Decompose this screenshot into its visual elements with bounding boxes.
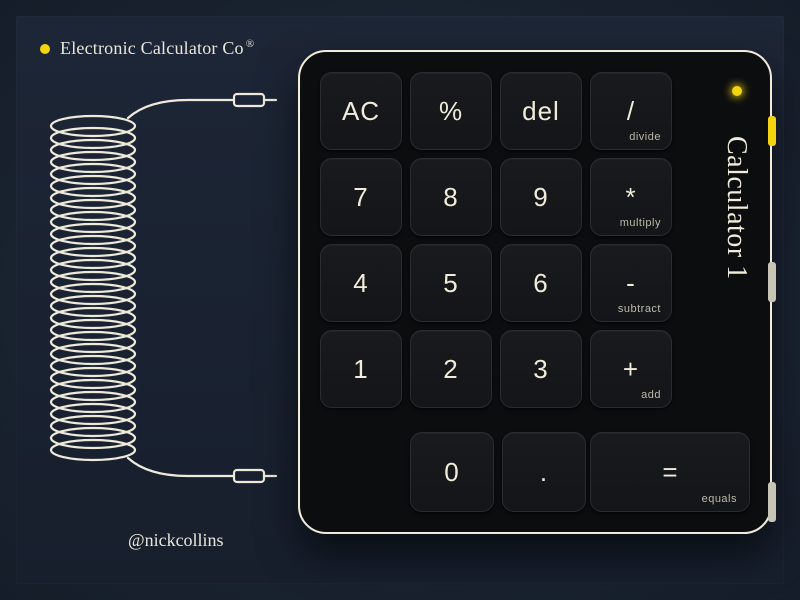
key-sublabel: equals bbox=[702, 493, 737, 505]
key-7[interactable]: 7 bbox=[320, 158, 402, 236]
key-0[interactable]: 0 bbox=[410, 432, 494, 512]
device-name-label: Calculator 1 bbox=[720, 136, 752, 280]
key-add[interactable]: +add bbox=[590, 330, 672, 408]
key-1[interactable]: 1 bbox=[320, 330, 402, 408]
key-sublabel: add bbox=[641, 389, 661, 401]
key-4[interactable]: 4 bbox=[320, 244, 402, 322]
side-button-top[interactable] bbox=[768, 116, 776, 146]
brand-dot-icon bbox=[40, 44, 50, 54]
key-8[interactable]: 8 bbox=[410, 158, 492, 236]
key-ac[interactable]: AC bbox=[320, 72, 402, 150]
key-label: 0 bbox=[444, 457, 459, 488]
key-label: 9 bbox=[533, 182, 548, 213]
key-label: % bbox=[439, 96, 463, 127]
credit-handle: @nickcollins bbox=[128, 530, 224, 551]
key-label: . bbox=[540, 457, 548, 488]
side-button-middle[interactable] bbox=[768, 262, 776, 302]
key-label: AC bbox=[342, 96, 380, 127]
key-multiply[interactable]: * multiply bbox=[590, 158, 672, 236]
key-sublabel: multiply bbox=[620, 217, 661, 229]
key-del[interactable]: del bbox=[500, 72, 582, 150]
key-label: del bbox=[522, 96, 560, 127]
key-5[interactable]: 5 bbox=[410, 244, 492, 322]
key-divide[interactable]: / divide bbox=[590, 72, 672, 150]
keypad-bottom-row: 0 . bbox=[320, 432, 586, 512]
key-sublabel: subtract bbox=[618, 303, 661, 315]
key-label: 8 bbox=[443, 182, 458, 213]
keypad: AC % del / divide 7 8 9 * multiply 4 5 6 -… bbox=[320, 72, 680, 408]
key-2[interactable]: 2 bbox=[410, 330, 492, 408]
registered-mark: ® bbox=[246, 38, 255, 50]
key-label: 2 bbox=[443, 354, 458, 385]
calculator-device: Calculator 1 AC % del / divide 7 8 9 * mul… bbox=[298, 50, 772, 534]
key-label: 1 bbox=[353, 354, 368, 385]
brand-line: Electronic Calculator Co® bbox=[40, 38, 254, 59]
coiled-cable-icon bbox=[38, 78, 278, 508]
key-equals[interactable]: = equals bbox=[590, 432, 750, 512]
key-sublabel: divide bbox=[629, 131, 661, 143]
key-label: + bbox=[623, 354, 639, 385]
key-label: 5 bbox=[443, 268, 458, 299]
key-label: / bbox=[627, 96, 635, 127]
key-9[interactable]: 9 bbox=[500, 158, 582, 236]
key-label: * bbox=[625, 182, 636, 213]
key-percent[interactable]: % bbox=[410, 72, 492, 150]
key-dot[interactable]: . bbox=[502, 432, 586, 512]
key-label: = bbox=[662, 457, 677, 488]
key-label: - bbox=[626, 268, 636, 299]
key-label: 7 bbox=[353, 182, 368, 213]
key-3[interactable]: 3 bbox=[500, 330, 582, 408]
key-label: 6 bbox=[533, 268, 548, 299]
side-button-bottom[interactable] bbox=[768, 482, 776, 522]
key-label: 3 bbox=[533, 354, 548, 385]
power-led-icon bbox=[732, 86, 742, 96]
key-6[interactable]: 6 bbox=[500, 244, 582, 322]
key-subtract[interactable]: - subtract bbox=[590, 244, 672, 322]
brand-name: Electronic Calculator Co bbox=[60, 38, 244, 58]
key-label: 4 bbox=[353, 268, 368, 299]
